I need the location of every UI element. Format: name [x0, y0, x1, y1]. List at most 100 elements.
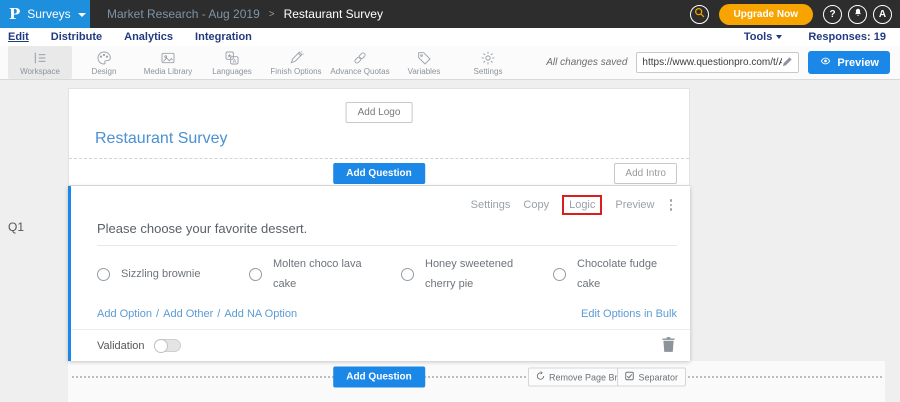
- question-logic-link-highlighted[interactable]: Logic: [562, 195, 602, 215]
- add-logo-button[interactable]: Add Logo: [346, 102, 413, 123]
- survey-url-input[interactable]: [642, 57, 782, 68]
- toolbar-item-advance-quotas[interactable]: Advance Quotas: [328, 46, 392, 79]
- toolbar-label: Advance Quotas: [330, 67, 389, 76]
- toolbar-label: Languages: [212, 67, 252, 76]
- link-separator: /: [156, 308, 159, 320]
- search-button[interactable]: [690, 5, 709, 24]
- toolbar-item-settings[interactable]: Settings: [456, 46, 520, 79]
- question-text[interactable]: Please choose your favorite dessert.: [97, 221, 677, 246]
- questionpro-logo-icon: P: [9, 5, 20, 23]
- primary-nav: Edit Distribute Analytics Integration To…: [0, 28, 900, 46]
- breadcrumb-current: Restaurant Survey: [284, 7, 383, 21]
- delete-question-button[interactable]: [662, 337, 675, 355]
- palette-icon: [96, 50, 112, 66]
- product-name: Surveys: [27, 7, 70, 21]
- survey-header-actions: Add Question Add Intro: [69, 158, 689, 185]
- trash-icon: [662, 340, 675, 355]
- bell-icon: [853, 7, 863, 21]
- nav-tab-analytics[interactable]: Analytics: [124, 31, 173, 43]
- question-footer: Validation: [71, 329, 690, 361]
- translate-icon: A: [224, 50, 240, 66]
- nav-tab-integration[interactable]: Integration: [195, 31, 252, 43]
- radio-icon[interactable]: [97, 268, 110, 281]
- toolbar-label: Media Library: [144, 67, 192, 76]
- edit-toolbar: Workspace Design Media Library A Languag…: [0, 46, 900, 80]
- app-window: P Surveys Market Research - Aug 2019 > R…: [0, 0, 900, 402]
- tag-icon: [416, 50, 432, 66]
- answer-option[interactable]: Sizzling brownie: [97, 255, 249, 295]
- toolbar-item-design[interactable]: Design: [72, 46, 136, 79]
- help-button[interactable]: ?: [823, 5, 842, 24]
- checkbox-checked-icon: [625, 372, 634, 383]
- add-other-link[interactable]: Add Other: [163, 308, 213, 320]
- svg-text:A: A: [233, 59, 237, 65]
- answer-option-label: Chocolate fudge cake: [577, 255, 677, 295]
- survey-header-card: Add Logo Restaurant Survey Add Question …: [68, 88, 690, 186]
- add-question-button-top[interactable]: Add Question: [333, 163, 425, 184]
- avatar[interactable]: A: [873, 5, 892, 24]
- workspace-icon: [32, 50, 48, 66]
- edit-pencil-icon[interactable]: [782, 54, 793, 72]
- question-copy-link[interactable]: Copy: [523, 199, 549, 211]
- toolbar-item-media-library[interactable]: Media Library: [136, 46, 200, 79]
- validation-toggle[interactable]: [154, 339, 181, 352]
- tools-menu[interactable]: Tools: [744, 31, 783, 43]
- toolbar-label: Finish Options: [270, 67, 321, 76]
- link-separator: /: [217, 308, 220, 320]
- chevron-down-icon: [776, 35, 782, 39]
- page-break-loop-icon: [536, 372, 545, 383]
- preview-button[interactable]: Preview: [808, 51, 890, 74]
- toolbar-right: All changes saved Preview: [546, 46, 900, 79]
- answer-option[interactable]: Chocolate fudge cake: [553, 255, 705, 295]
- answer-option-label: Molten choco lava cake: [273, 255, 373, 295]
- nav-right: Tools Responses: 19: [744, 31, 900, 43]
- survey-url-box: [636, 52, 799, 73]
- answer-option-label: Honey sweetened cherry pie: [425, 255, 525, 295]
- breadcrumb-separator: >: [269, 9, 275, 20]
- question-action-menu: Settings Copy Logic Preview: [471, 195, 674, 215]
- surveys-menu[interactable]: P Surveys: [0, 0, 90, 28]
- search-icon: [694, 7, 705, 21]
- chevron-down-icon: [78, 13, 86, 17]
- top-bar: P Surveys Market Research - Aug 2019 > R…: [0, 0, 900, 28]
- radio-icon[interactable]: [401, 268, 414, 281]
- add-option-link[interactable]: Add Option: [97, 308, 152, 320]
- editor-canvas: Q1 Add Logo Restaurant Survey Add Questi…: [0, 80, 900, 402]
- toolbar-item-workspace[interactable]: Workspace: [8, 46, 72, 79]
- radio-icon[interactable]: [249, 268, 262, 281]
- nav-tab-edit[interactable]: Edit: [8, 31, 29, 43]
- toolbar-item-variables[interactable]: Variables: [392, 46, 456, 79]
- gear-icon: [480, 50, 496, 66]
- upgrade-now-button[interactable]: Upgrade Now: [719, 4, 813, 25]
- breadcrumb: Market Research - Aug 2019 > Restaurant …: [107, 7, 383, 21]
- chain-icon: [352, 50, 368, 66]
- validation-label: Validation: [97, 340, 145, 352]
- save-status: All changes saved: [546, 57, 627, 68]
- answer-options: Sizzling brownie Molten choco lava cake …: [97, 255, 705, 295]
- image-icon: [160, 50, 176, 66]
- separator-label: Separator: [638, 372, 678, 382]
- answer-option[interactable]: Honey sweetened cherry pie: [401, 255, 553, 295]
- question-preview-link[interactable]: Preview: [615, 199, 654, 211]
- toolbar-item-finish-options[interactable]: Finish Options: [264, 46, 328, 79]
- nav-tab-distribute[interactable]: Distribute: [51, 31, 102, 43]
- notifications-button[interactable]: [848, 5, 867, 24]
- eye-icon: [819, 56, 832, 69]
- question-card: Settings Copy Logic Preview Please choos…: [68, 186, 690, 361]
- add-intro-button[interactable]: Add Intro: [614, 163, 677, 184]
- survey-title[interactable]: Restaurant Survey: [95, 130, 228, 148]
- add-na-option-link[interactable]: Add NA Option: [224, 308, 297, 320]
- toolbar-item-languages[interactable]: A Languages: [200, 46, 264, 79]
- answer-option-label: Sizzling brownie: [121, 265, 200, 285]
- edit-options-in-bulk-link[interactable]: Edit Options in Bulk: [581, 308, 677, 320]
- more-options-icon[interactable]: [668, 197, 675, 213]
- breadcrumb-folder[interactable]: Market Research - Aug 2019: [107, 7, 260, 21]
- add-question-button-bottom[interactable]: Add Question: [333, 366, 425, 387]
- tools-label: Tools: [744, 31, 773, 43]
- responses-count[interactable]: Responses: 19: [808, 31, 886, 43]
- radio-icon[interactable]: [553, 268, 566, 281]
- separator-toggle-button[interactable]: Separator: [617, 368, 686, 387]
- question-number: Q1: [8, 220, 24, 234]
- question-settings-link[interactable]: Settings: [471, 199, 511, 211]
- answer-option[interactable]: Molten choco lava cake: [249, 255, 401, 295]
